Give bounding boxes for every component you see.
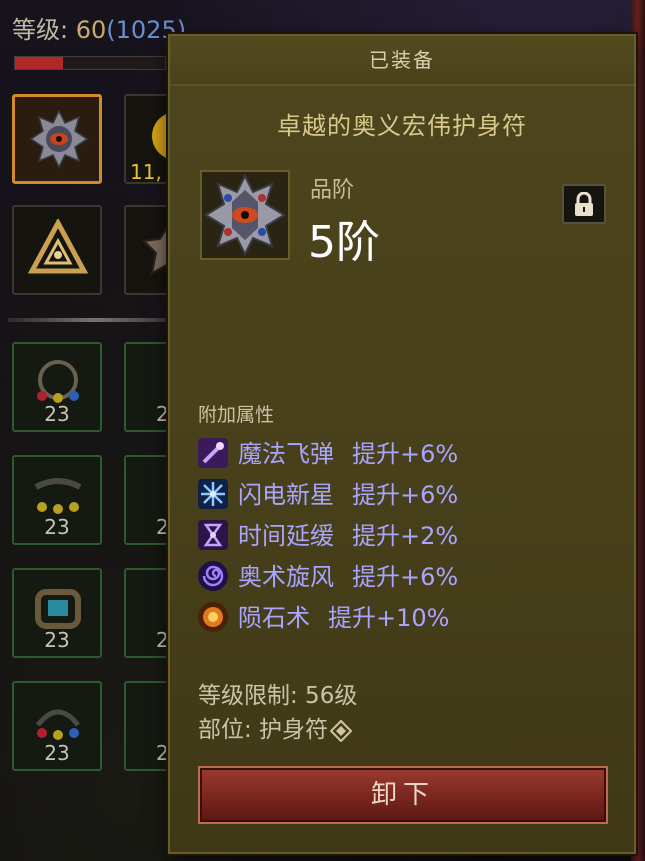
- player-level: 等级: 60(1025): [12, 16, 187, 44]
- item-tooltip: 已装备 卓越的奥义宏伟护身符 品阶 5阶 附加属性 魔法飞弹 提升+6% 闪电新…: [168, 34, 636, 854]
- item-count: 23: [44, 515, 70, 539]
- item-count: 23: [44, 741, 70, 765]
- lock-icon: [575, 192, 593, 216]
- item-count: 23: [44, 402, 70, 426]
- affix-row: 时间延缓 提升+2%: [198, 516, 458, 550]
- slow-time-icon: [198, 520, 228, 550]
- level-requirement: 等级限制: 56级: [198, 683, 358, 709]
- slot-type-text: 部位: 护身符: [198, 717, 329, 743]
- lightning-nova-icon: [198, 479, 228, 509]
- gem-slot-1[interactable]: 23: [12, 342, 102, 432]
- affix-skill: 魔法飞弹: [238, 440, 334, 468]
- amulet-icon: [204, 173, 286, 257]
- affix-row: 奥术旋风 提升+6%: [198, 557, 458, 591]
- gem-slot-2[interactable]: 23: [12, 455, 102, 545]
- tier-label: 品阶: [310, 178, 355, 203]
- section-divider: [8, 318, 183, 322]
- affix-row: 魔法飞弹 提升+6%: [198, 434, 458, 468]
- item-icon-frame: [200, 170, 290, 260]
- amulet-slot-icon: [329, 719, 353, 742]
- item-count: 23: [44, 628, 70, 652]
- affix-section-title: 附加属性: [198, 404, 275, 426]
- xp-bar-fill: [15, 57, 63, 69]
- equipped-header: 已装备: [170, 36, 634, 86]
- gem-slot-3[interactable]: 23: [12, 568, 102, 658]
- affix-skill: 奥术旋风: [238, 563, 334, 591]
- xp-bar: [14, 56, 166, 70]
- tier-value: 5阶: [308, 217, 380, 268]
- unequip-button[interactable]: 卸下: [198, 766, 608, 824]
- affix-bonus: 提升+2%: [352, 522, 459, 550]
- gem-slot-4[interactable]: 23: [12, 681, 102, 771]
- item-name: 卓越的奥义宏伟护身符: [277, 112, 527, 140]
- affix-row: 闪电新星 提升+6%: [198, 475, 458, 509]
- slot-type: 部位: 护身符: [198, 710, 353, 744]
- affix-bonus: 提升+10%: [328, 604, 450, 632]
- gold-count: 11,: [130, 160, 162, 184]
- affix-row: 陨石术 提升+10%: [198, 598, 449, 632]
- equipment-slot-amulet[interactable]: [12, 94, 102, 184]
- affix-bonus: 提升+6%: [352, 481, 459, 509]
- affix-skill: 陨石术: [238, 604, 310, 632]
- amulet-icon: [29, 109, 89, 169]
- meteor-icon: [198, 602, 228, 632]
- affix-bonus: 提升+6%: [352, 440, 459, 468]
- arcane-wind-icon: [198, 561, 228, 591]
- triangle-rune-icon: [28, 219, 88, 274]
- lock-button[interactable]: [562, 184, 606, 224]
- equipment-slot-rune[interactable]: [12, 205, 102, 295]
- magic-missile-icon: [198, 438, 228, 468]
- affix-skill: 时间延缓: [238, 522, 334, 550]
- affix-skill: 闪电新星: [238, 481, 334, 509]
- affix-bonus: 提升+6%: [352, 563, 459, 591]
